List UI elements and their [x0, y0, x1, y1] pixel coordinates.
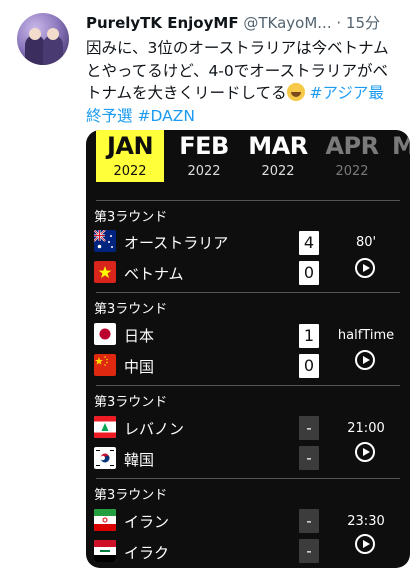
home-team-name: 日本 [124, 327, 155, 345]
month-year: 2022 [113, 164, 147, 179]
match-kickoff-time: 23:30 [347, 514, 385, 529]
match-schedule-card[interactable]: JAN 2022 FEB 2022 MAR 2022 APR 2022 M 第3… [86, 130, 410, 568]
month-label: APR [325, 132, 379, 160]
round-label: 第3ラウンド [94, 210, 168, 225]
away-team-name: 中国 [124, 358, 155, 376]
user-avatar[interactable] [17, 13, 69, 65]
korea-flag-icon [94, 447, 116, 469]
china-flag-icon [94, 354, 116, 376]
username[interactable]: PurelyTK EnjoyMF [86, 14, 239, 32]
away-score: - [299, 446, 319, 470]
iran-flag-icon [94, 509, 116, 531]
round-label: 第3ラウンド [94, 302, 168, 317]
month-year: 2022 [335, 164, 369, 179]
match-status: halfTime [337, 328, 395, 343]
grinning-sweat-emoji-icon [286, 83, 305, 101]
round-label: 第3ラウンド [94, 488, 168, 503]
divider [96, 385, 400, 386]
avatar-face-left [29, 28, 41, 40]
play-icon[interactable] [355, 534, 375, 554]
divider [96, 292, 400, 293]
vietnam-flag-icon [94, 261, 116, 283]
tweet-time[interactable]: · 15分 [336, 14, 380, 32]
round-label: 第3ラウンド [94, 395, 168, 410]
hashtag-asia-final-qualifier-cont[interactable]: 終予選 [86, 107, 133, 125]
avatar-face-right [47, 28, 59, 40]
japan-flag-icon [94, 323, 116, 345]
home-score: 4 [299, 231, 319, 255]
tweet-text-line-1: 因みに、3位のオーストラリアは今ベトナム [86, 39, 389, 57]
tweet-header: PurelyTK EnjoyMF @TKayoM... · 15分 [86, 12, 407, 32]
away-team-name: ベトナム [124, 265, 184, 283]
month-label: JAN [106, 132, 154, 160]
user-handle[interactable]: @TKayoM... [243, 14, 331, 32]
month-year: 2022 [187, 164, 221, 179]
month-label: MAR [248, 132, 308, 160]
home-score: - [299, 416, 319, 440]
month-tab-may[interactable]: M [392, 130, 410, 182]
home-team-name: オーストラリア [124, 234, 229, 252]
australia-flag-icon [94, 230, 116, 252]
home-score: - [299, 509, 319, 533]
month-tab-jan[interactable]: JAN 2022 [96, 130, 164, 182]
match-status: 80' [355, 235, 377, 250]
divider [96, 200, 400, 201]
away-team-name: 韓国 [124, 451, 155, 469]
away-score: 0 [299, 261, 319, 285]
month-tab-apr[interactable]: APR 2022 [318, 130, 386, 182]
home-team-name: イラン [124, 513, 170, 531]
month-year: 2022 [261, 164, 295, 179]
home-score: 1 [299, 324, 319, 348]
tweet-text-line-2: とやってるけど、4-0でオーストラリアがベ [86, 61, 388, 80]
away-score: 0 [299, 354, 319, 378]
tweet-text: 因みに、3位のオーストラリアは今ベトナム とやってるけど、4-0でオーストラリア… [86, 37, 408, 127]
tweet-text-line-3: トナムを大きくリードしてる [86, 84, 287, 102]
play-icon[interactable] [355, 442, 375, 462]
lebanon-flag-icon [94, 416, 116, 438]
month-tab-mar[interactable]: MAR 2022 [244, 130, 312, 182]
month-tab-feb[interactable]: FEB 2022 [170, 130, 238, 182]
hashtag-asia-final-qualifier[interactable]: #アジア最 [310, 84, 384, 102]
away-score: - [299, 539, 319, 563]
play-icon[interactable] [355, 350, 375, 370]
home-team-name: レバノン [124, 420, 185, 438]
month-tabs: JAN 2022 FEB 2022 MAR 2022 APR 2022 M [86, 130, 410, 182]
hashtag-dazn[interactable]: #DAZN [137, 107, 194, 125]
play-icon[interactable] [355, 258, 375, 278]
iraq-flag-icon [94, 540, 116, 562]
month-label: M [392, 132, 410, 160]
match-kickoff-time: 21:00 [347, 421, 385, 436]
month-label: FEB [179, 132, 229, 160]
away-team-name: イラク [124, 544, 170, 562]
divider [96, 478, 400, 479]
